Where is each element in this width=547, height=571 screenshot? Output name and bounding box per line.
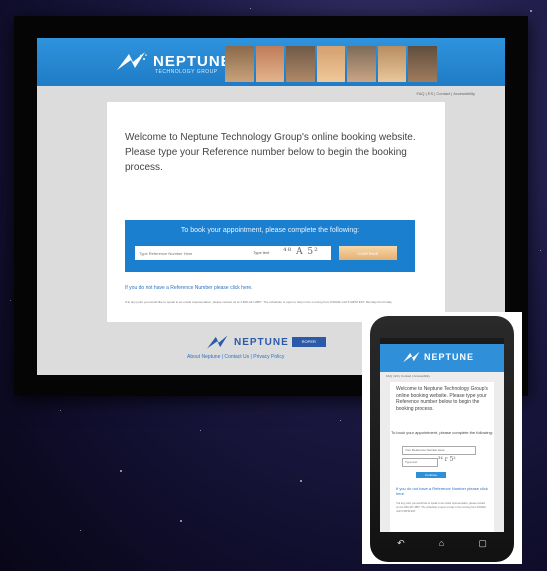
continue-button[interactable]: CONTINUE: [339, 246, 397, 260]
phone-photo-frame: NEPTUNE FAQ | ES | Contact | Accessibili…: [362, 312, 522, 564]
booking-form-title: To book your appointment, please complet…: [180, 227, 360, 234]
phone-soft-keys: ↶ ⌂ ▢: [380, 538, 504, 549]
phone-booking-card: Welcome to Neptune Technology Group's on…: [390, 382, 494, 532]
phone-booking-form-title: To book your appointment, please complet…: [391, 430, 493, 435]
phone-reference-number-input[interactable]: Your Reference Number Here: [402, 446, 476, 455]
phone-captcha-code: ³⁴ r 5²: [438, 456, 456, 463]
phone-continue-button[interactable]: Continue: [416, 472, 446, 478]
phone-fine-print: If at any point you would like to speak …: [396, 502, 486, 513]
header-photo: [255, 46, 285, 82]
neptune-logo-icon: [207, 335, 228, 349]
phone-site-header: NEPTUNE: [380, 344, 504, 372]
logo-subtitle: TECHNOLOGY GROUP: [155, 69, 218, 75]
phone-logo-text: NEPTUNE: [424, 352, 475, 362]
reference-number-input[interactable]: [135, 246, 249, 260]
booking-form: To book your appointment, please complet…: [125, 220, 415, 272]
phone-screen: NEPTUNE FAQ | ES | Contact | Accessibili…: [380, 338, 504, 532]
back-icon[interactable]: ↶: [397, 538, 405, 549]
home-icon[interactable]: ⌂: [439, 538, 444, 549]
utility-nav[interactable]: FAQ | ES | Contact | Accessibility: [417, 91, 475, 96]
booking-card: Welcome to Neptune Technology Group's on…: [107, 102, 445, 322]
footer-logo: NEPTUNE ROPER: [205, 334, 326, 350]
welcome-text: Welcome to Neptune Technology Group's on…: [125, 132, 416, 173]
captcha-field[interactable]: Type text ⁴⁸ A 5²: [249, 246, 331, 260]
no-reference-link[interactable]: If you do not have a Reference Number pl…: [125, 285, 253, 291]
header-photo: [225, 46, 254, 82]
roper-badge: ROPER: [291, 337, 326, 347]
header-photo: [377, 46, 407, 82]
phone-welcome-text: Welcome to Neptune Technology Group's on…: [396, 386, 488, 412]
header-photo-strip: [225, 46, 438, 82]
captcha-label: Type text: [253, 250, 270, 255]
phone-utility-nav[interactable]: FAQ | ES | Contact | Accessibility: [380, 372, 504, 380]
footer-links[interactable]: About Neptune | Contact Us | Privacy Pol…: [187, 354, 284, 360]
captcha-code: ⁴⁸ A 5²: [283, 247, 319, 257]
fine-print: If at any point you would like to speak …: [125, 300, 393, 304]
header-photo: [286, 46, 315, 82]
logo-text: NEPTUNE: [153, 52, 232, 70]
phone-captcha-field[interactable]: Type text: [402, 458, 438, 467]
smartphone: NEPTUNE FAQ | ES | Contact | Accessibili…: [370, 316, 514, 562]
neptune-logo-icon: [117, 52, 147, 70]
header-photo: [408, 46, 438, 82]
site-header: NEPTUNE TECHNOLOGY GROUP: [37, 38, 505, 86]
header-photo: [347, 46, 376, 82]
recent-apps-icon[interactable]: ▢: [478, 538, 487, 549]
footer-logo-text: NEPTUNE: [234, 336, 289, 348]
phone-no-reference-link[interactable]: If you do not have a Reference Number pl…: [396, 486, 488, 496]
header-photo: [316, 46, 346, 82]
neptune-logo-icon: [403, 351, 420, 363]
